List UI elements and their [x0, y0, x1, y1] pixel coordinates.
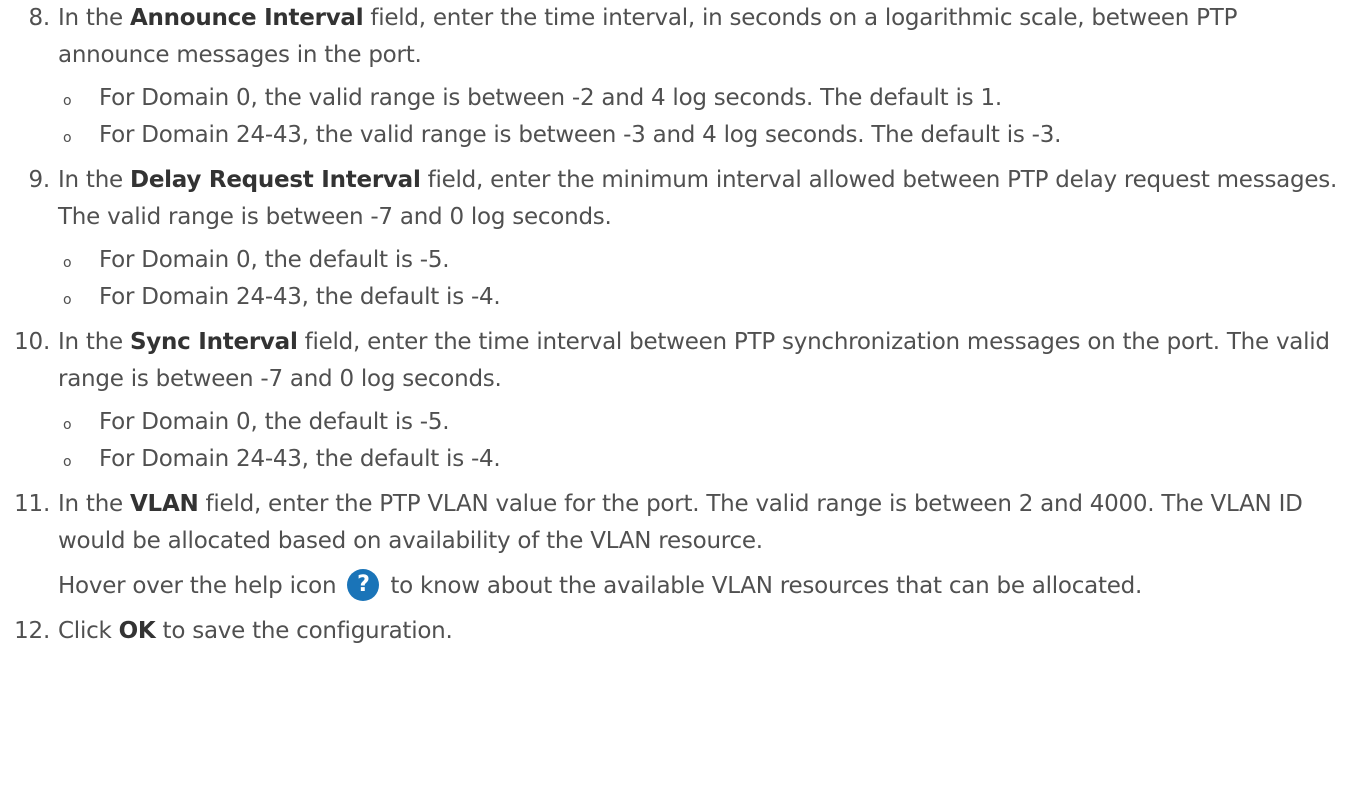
- field-name-vlan: VLAN: [129, 491, 199, 517]
- step-text: In the Sync Interval field, enter the ti…: [58, 329, 1330, 392]
- step-number: 11.: [14, 491, 50, 517]
- sub-list: o For Domain 0, the valid range is betwee…: [58, 80, 1346, 154]
- bullet-icon: o: [63, 454, 72, 470]
- help-icon[interactable]: ?: [347, 569, 380, 601]
- step-text: In the Announce Interval field, enter th…: [58, 5, 1238, 68]
- step-number: 9.: [28, 167, 51, 193]
- help-note: Hover over the help icon ? to know about…: [58, 568, 1346, 605]
- bullet-icon: o: [63, 292, 72, 308]
- field-name-delay-request-interval: Delay Request Interval: [129, 167, 421, 193]
- ok-button-reference: OK: [118, 618, 156, 644]
- step-text: Click OK to save the configuration.: [58, 618, 453, 644]
- bullet-icon: o: [63, 255, 72, 271]
- instructions-document: 8. In the Announce Interval field, enter…: [0, 0, 1346, 650]
- step-9: 9. In the Delay Request Interval field, …: [0, 162, 1346, 316]
- step-text: In the Delay Request Interval field, ent…: [58, 167, 1338, 230]
- list-item: o For Domain 24-43, the valid range is be…: [58, 117, 1346, 154]
- field-name-announce-interval: Announce Interval: [129, 5, 364, 31]
- list-item: o For Domain 24-43, the default is -4.: [58, 441, 1346, 478]
- step-number: 8.: [28, 5, 51, 31]
- step-10: 10. In the Sync Interval field, enter th…: [0, 324, 1346, 478]
- step-number: 10.: [14, 329, 50, 355]
- sub-list: o For Domain 0, the default is -5. o For D…: [58, 404, 1346, 478]
- step-8: 8. In the Announce Interval field, enter…: [0, 0, 1346, 154]
- list-item: o For Domain 0, the valid range is betwee…: [58, 80, 1346, 117]
- bullet-icon: o: [63, 130, 72, 146]
- step-text: In the VLAN field, enter the PTP VLAN va…: [58, 491, 1303, 554]
- list-item: o For Domain 0, the default is -5.: [58, 404, 1346, 441]
- field-name-sync-interval: Sync Interval: [129, 329, 298, 355]
- step-number: 12.: [14, 618, 50, 644]
- bullet-icon: o: [63, 93, 72, 109]
- bullet-icon: o: [63, 417, 72, 433]
- list-item: o For Domain 0, the default is -5.: [58, 242, 1346, 279]
- list-item: o For Domain 24-43, the default is -4.: [58, 279, 1346, 316]
- step-12: 12. Click OK to save the configuration.: [0, 613, 1346, 650]
- sub-list: o For Domain 0, the default is -5. o For D…: [58, 242, 1346, 316]
- step-11: 11. In the VLAN field, enter the PTP VLA…: [0, 486, 1346, 605]
